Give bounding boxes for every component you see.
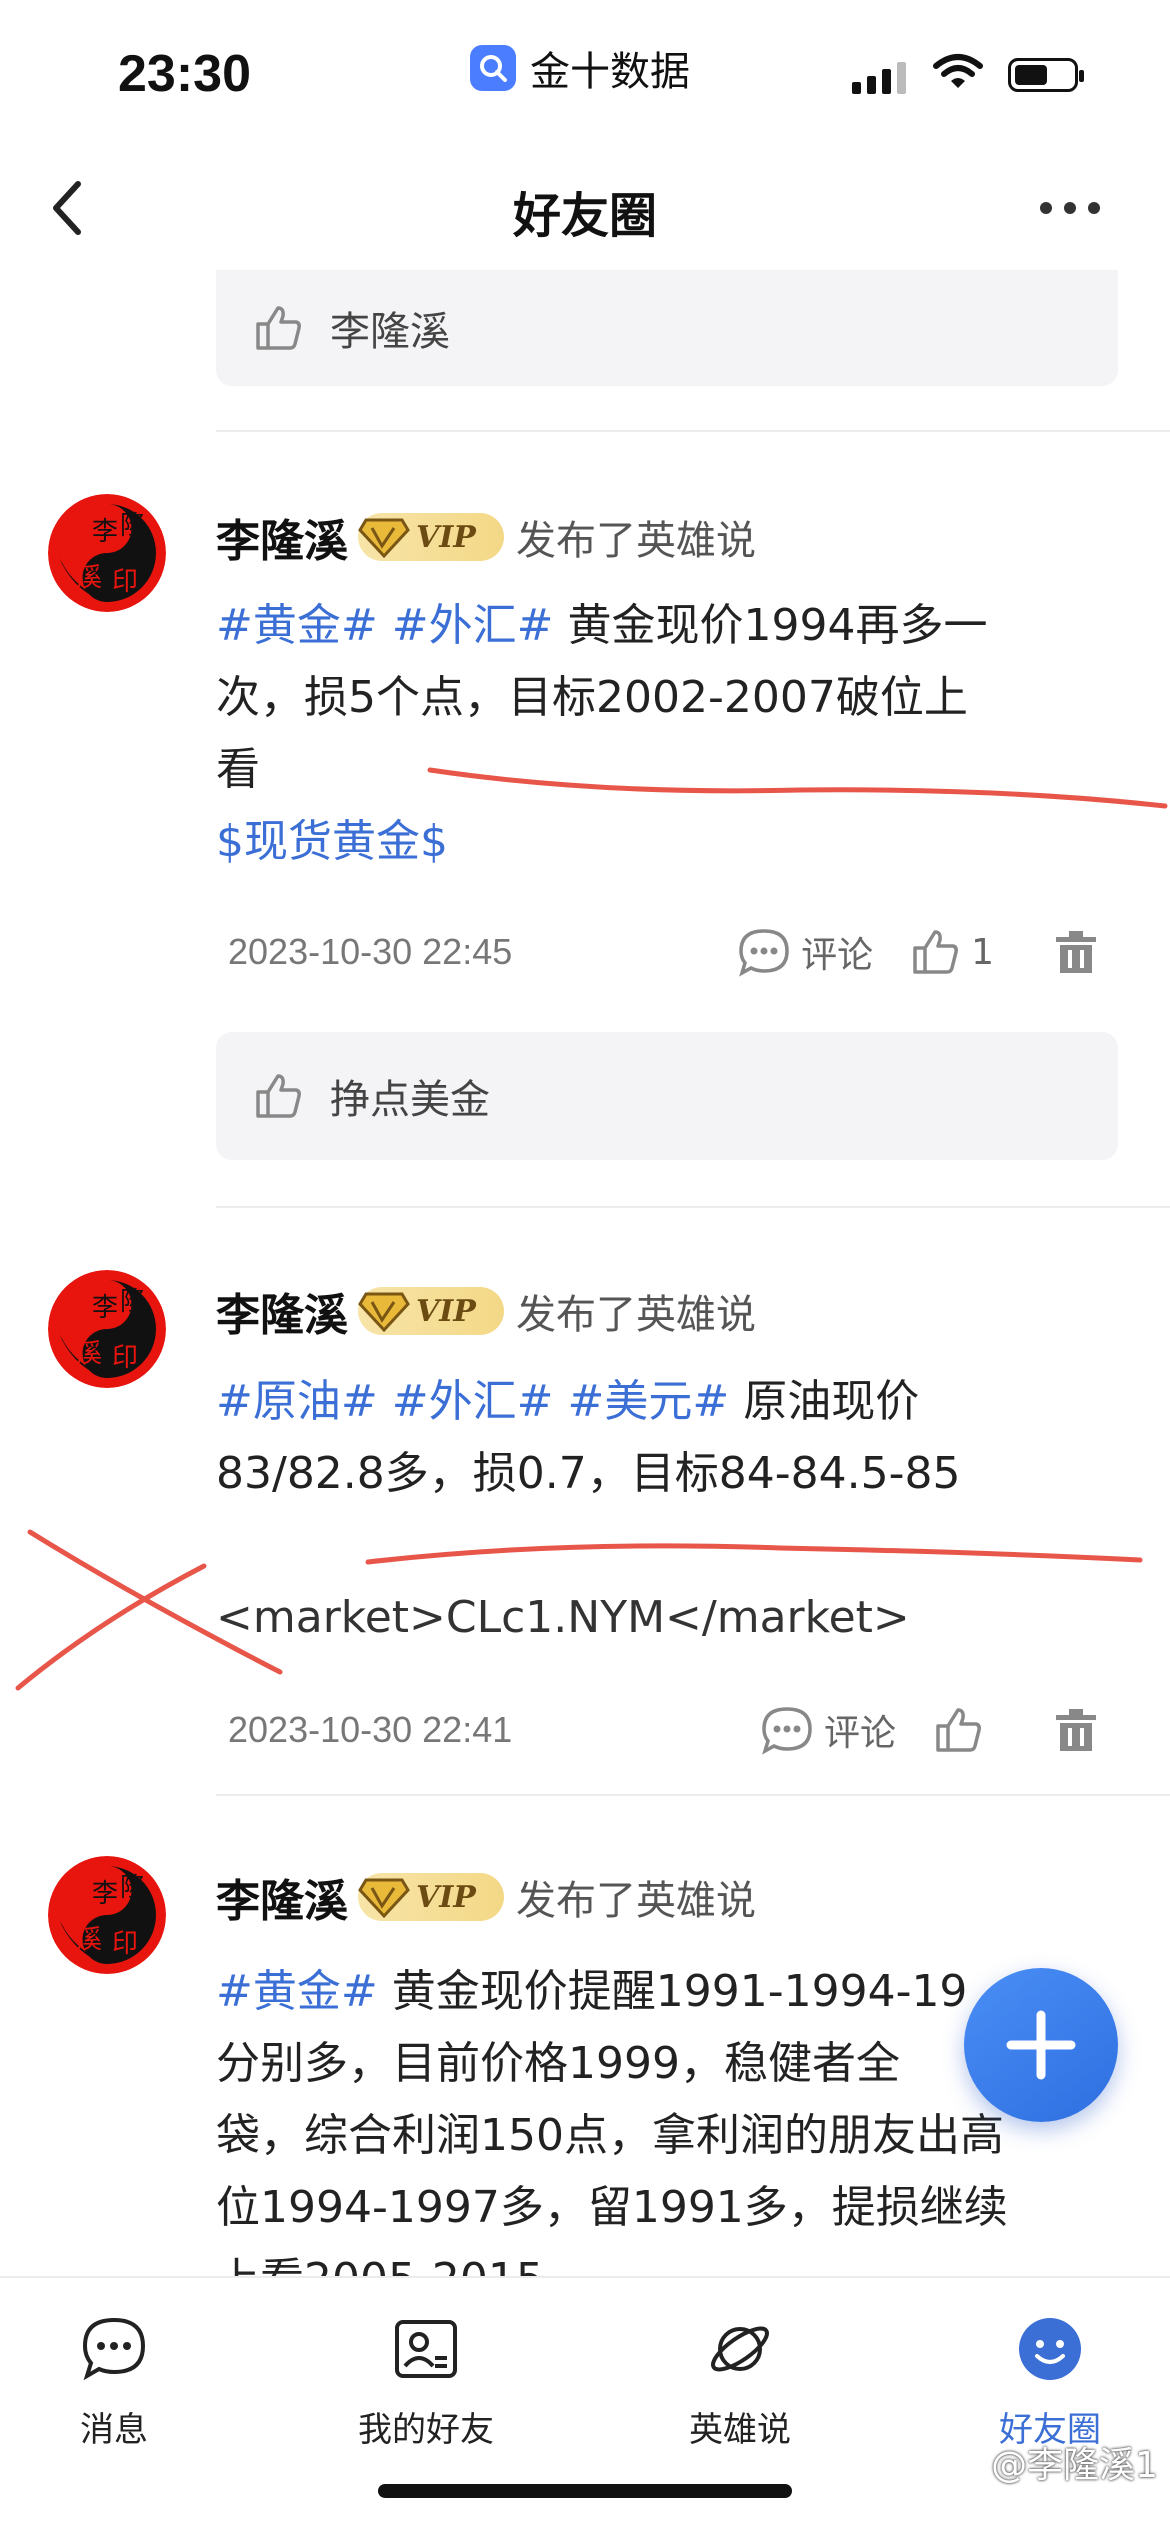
status-bar: 23:30 金十数据 [0,0,1170,140]
smiley-icon [1019,2318,1081,2380]
hashtag[interactable]: #美元# [567,1376,729,1427]
thumbs-up-icon [256,1074,301,1118]
post-content: #黄金# #外汇# 黄金现价1994再多一 次，损5个点，目标2002-2007… [216,590,1116,878]
post-divider [216,1794,1170,1796]
page-title: 好友圈 [512,188,657,244]
liker-name[interactable]: 李隆溪 [330,299,450,357]
like-button[interactable] [932,1704,994,1756]
svg-text:溪: 溪 [76,1925,102,1955]
contact-card-icon [395,2320,457,2378]
svg-text:隆: 隆 [120,511,146,541]
comment-button[interactable]: 评论 [760,1704,896,1756]
vip-badge: VIP [358,1873,504,1921]
vip-badge: VIP [358,1287,504,1335]
post-header: 李隆溪 VIP 发布了英雄说 [216,502,756,572]
post-meta: 2023-10-30 22:41 评论 [228,1700,1108,1760]
svg-text:隆: 隆 [120,1287,146,1317]
app-name: 金十数据 [530,49,690,95]
nav-bar: 好友圈 [0,140,1170,270]
delete-button[interactable] [1054,929,1108,975]
app-indicator[interactable]: 金十数据 [470,40,690,96]
hashtag[interactable]: #外汇# [392,1376,554,1427]
timestamp: 2023-10-30 22:41 [228,1709,513,1750]
tab-messages[interactable]: 消息 [4,2314,224,2451]
plus-icon [1006,2010,1076,2080]
market-code: <market>CLc1.NYM</market> [216,1592,910,1643]
message-icon [82,2317,146,2381]
author-name[interactable]: 李隆溪 [216,505,348,569]
vip-badge: VIP [358,513,504,561]
comment-button[interactable]: 评论 [737,926,873,978]
tab-heroes[interactable]: 英雄说 [630,2314,850,2451]
svg-text:溪: 溪 [76,563,102,593]
svg-text:印: 印 [112,1929,138,1959]
delete-button[interactable] [1054,1707,1108,1753]
hashtag[interactable]: #外汇# [392,600,554,651]
svg-text:李: 李 [92,1879,118,1909]
tab-my-friends[interactable]: 我的好友 [316,2314,536,2451]
app-logo-icon [470,45,516,91]
thumbs-up-icon [256,306,301,350]
wifi-icon [932,52,984,96]
post-divider [216,1206,1170,1208]
hashtag[interactable]: #原油# [216,1376,378,1427]
home-indicator[interactable] [378,2484,792,2498]
diamond-icon [358,1878,410,1918]
like-count: 1 [971,931,994,973]
diamond-icon [358,518,410,558]
svg-text:溪: 溪 [76,1339,102,1369]
avatar[interactable]: 李 隆 溪 印 [48,1856,166,1974]
likes-box: 挣点美金 [216,1032,1118,1160]
like-button[interactable]: 1 [909,926,994,978]
post-header: 李隆溪 VIP 发布了英雄说 [216,1276,756,1346]
svg-text:隆: 隆 [120,1873,146,1903]
post-action-text: 发布了英雄说 [516,1292,756,1338]
post-meta: 2023-10-30 22:45 评论 1 [228,922,1108,982]
planet-icon [711,2326,769,2372]
symbol-link[interactable]: $现货黄金$ [216,806,1116,878]
avatar[interactable]: 李 隆 溪 印 [48,494,166,612]
hashtag[interactable]: #黄金# [216,600,378,651]
comment-icon [739,929,789,977]
svg-text:李: 李 [92,1293,118,1323]
tab-friend-circle[interactable]: 好友圈 [940,2314,1160,2451]
more-options-icon[interactable] [1040,202,1100,214]
liker-name[interactable]: 挣点美金 [330,1067,490,1125]
svg-text:李: 李 [92,517,118,547]
thumbs-up-icon [936,1708,981,1752]
hashtag[interactable]: #黄金# [216,1966,378,2017]
cellular-signal-icon [852,60,906,94]
svg-text:印: 印 [112,567,138,597]
timestamp: 2023-10-30 22:45 [228,931,513,972]
add-post-button[interactable] [964,1968,1118,2122]
avatar[interactable]: 李 隆 溪 印 [48,1270,166,1388]
post-header: 李隆溪 VIP 发布了英雄说 [216,1862,756,1932]
trash-icon [1056,1709,1096,1751]
post-content: #原油# #外汇# #美元# 原油现价 83/82.8多，损0.7，目标84-8… [216,1366,1116,1654]
diamond-icon [358,1292,410,1332]
trash-icon [1056,931,1096,973]
battery-icon [1008,58,1084,92]
status-time: 23:30 [118,45,251,103]
post-action-text: 发布了英雄说 [516,1878,756,1924]
post-divider [216,430,1170,432]
author-name[interactable]: 李隆溪 [216,1865,348,1929]
thumbs-up-icon [913,930,959,974]
likes-box: 李隆溪 [216,270,1118,386]
post-action-text: 发布了英雄说 [516,518,756,564]
comment-icon [762,1707,812,1755]
author-name[interactable]: 李隆溪 [216,1279,348,1343]
svg-text:印: 印 [112,1343,138,1373]
watermark: @李隆溪1 [991,2445,1158,2486]
cross-mark [15,1563,207,1691]
